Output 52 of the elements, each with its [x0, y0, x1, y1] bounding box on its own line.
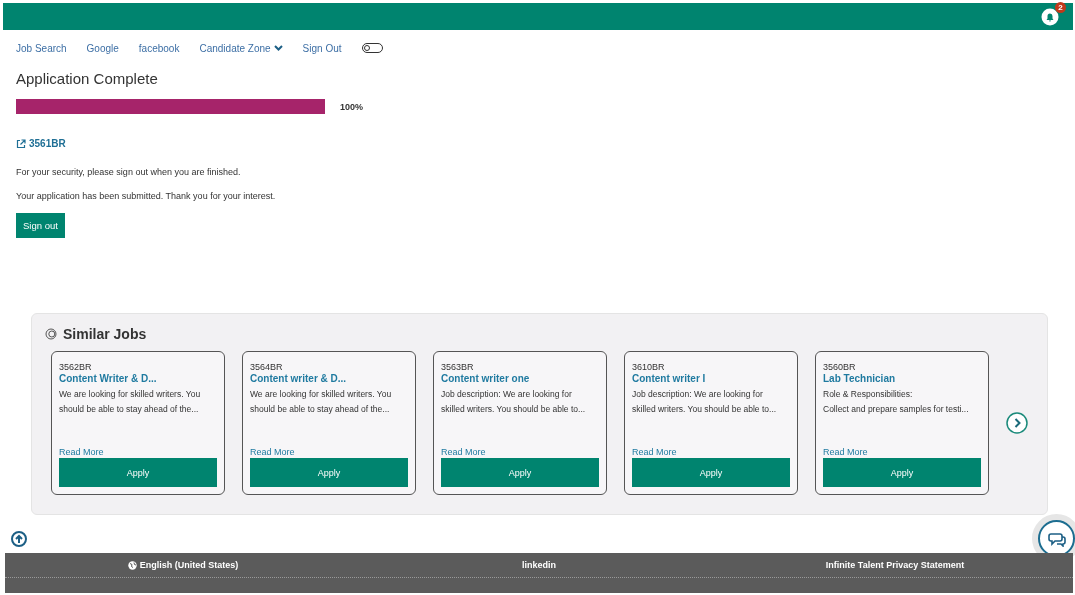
nav-link[interactable]: facebook	[138, 42, 180, 54]
notification-count: 2	[1055, 1, 1066, 13]
job-description: skilled writers. You should be able to...	[441, 404, 587, 414]
bell-icon[interactable]	[1041, 7, 1059, 26]
apply-button[interactable]: Apply	[441, 458, 599, 487]
job-code: 3562BR	[59, 362, 93, 372]
apply-button[interactable]: Apply	[250, 458, 408, 487]
section-title: Similar Jobs	[63, 326, 147, 342]
candidate-zone-menu[interactable]: Candidate Zone	[199, 42, 283, 54]
job-description: Role & Responsibilities:	[823, 389, 914, 399]
chat-icon	[1047, 530, 1066, 547]
progress-reading: 100%	[340, 101, 364, 112]
external-link-icon	[16, 138, 26, 149]
read-more-link[interactable]: Read More	[823, 447, 981, 457]
job-code: 3610BR	[632, 362, 666, 372]
read-more-link[interactable]: Read More	[59, 447, 217, 457]
job-title[interactable]: Content writer one	[441, 373, 599, 384]
job-code: 3564BR	[250, 362, 284, 372]
apply-button[interactable]: Apply	[59, 458, 217, 487]
apply-button[interactable]: Apply	[632, 458, 790, 487]
chevron-down-icon	[273, 45, 283, 51]
job-code: 3560BR	[823, 362, 857, 372]
apply-button[interactable]: Apply	[823, 458, 981, 487]
job-link[interactable]: 3561BR	[16, 138, 66, 149]
job-description: Job description: We are looking for	[441, 389, 573, 399]
sign-out-button[interactable]: Sign out	[16, 212, 65, 238]
footer-link[interactable]: Infinite Talent Privacy Statement	[825, 560, 965, 570]
message-text: For your security, please sign out when you are finished.	[16, 166, 242, 177]
job-title[interactable]: Content writer I	[632, 373, 790, 384]
job-description: should be able to stay ahead of the...	[59, 404, 200, 414]
globe-icon	[127, 560, 137, 570]
nav-link[interactable]: Google	[86, 42, 119, 54]
page-title: Application Complete	[16, 70, 159, 87]
message-text: Your application has been submitted. Thank you for your interest.	[16, 190, 277, 201]
read-more-link[interactable]: Read More	[632, 447, 790, 457]
job-code: 3563BR	[441, 362, 475, 372]
read-more-link[interactable]: Read More	[250, 447, 408, 457]
footer-link[interactable]: linkedin	[522, 560, 556, 570]
nav-link[interactable]: Sign Out	[302, 42, 342, 54]
job-description: Job description: We are looking for	[632, 389, 764, 399]
job-title[interactable]: Lab Technician	[823, 373, 981, 384]
job-description: should be able to stay ahead of the...	[250, 404, 391, 414]
job-title[interactable]: Content Writer & D...	[59, 373, 217, 384]
nav-link[interactable]: Job Search	[16, 42, 67, 54]
job-title[interactable]: Content writer & D...	[250, 373, 408, 384]
language-selector[interactable]: English (United States)	[127, 560, 239, 570]
job-description: skilled writers. You should be able to...	[632, 404, 778, 414]
job-description: We are looking for skilled writers. You	[250, 389, 393, 399]
read-more-link[interactable]: Read More	[441, 447, 599, 457]
scroll-up-icon[interactable]	[11, 531, 27, 547]
job-description: We are looking for skilled writers. You	[59, 389, 202, 399]
job-description: Collect and prepare samples for testi...	[823, 404, 970, 414]
